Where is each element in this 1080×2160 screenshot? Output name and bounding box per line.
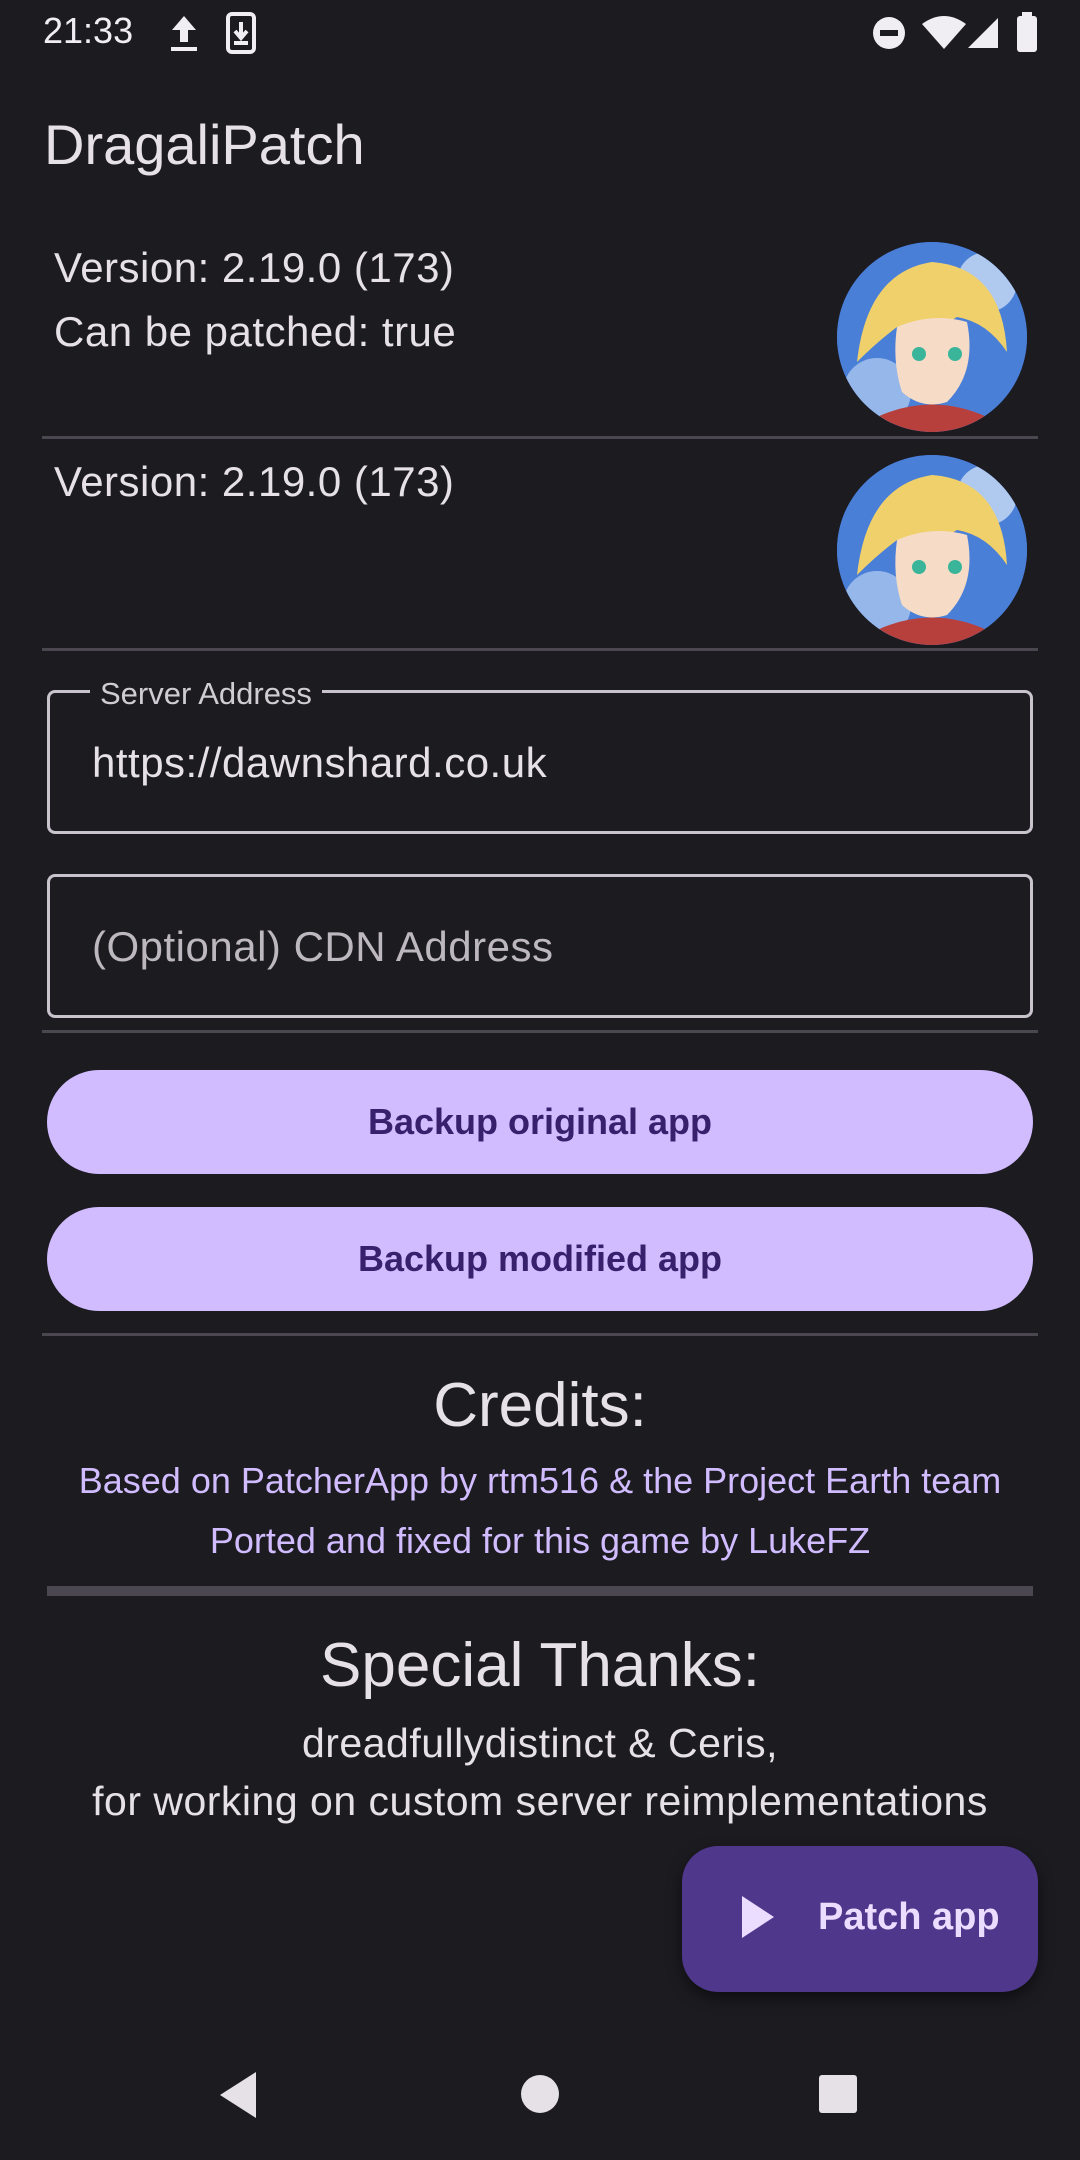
original-app-icon <box>837 242 1027 432</box>
battery-icon <box>1017 12 1037 52</box>
game-character-icon <box>837 455 1027 645</box>
do-not-disturb-icon <box>873 17 905 49</box>
app-title: DragaliPatch <box>44 113 365 176</box>
play-icon <box>742 1896 774 1938</box>
backup-original-label: Backup original app <box>367 1101 713 1142</box>
special-thanks-line-1: dreadfullydistinct & Ceris, <box>301 1720 779 1766</box>
backup-modified-button[interactable]: Backup modified app <box>47 1207 1033 1311</box>
backup-original-button[interactable]: Backup original app <box>47 1070 1033 1174</box>
status-bar: 21:33 <box>0 0 1080 64</box>
recents-icon[interactable] <box>818 2074 858 2114</box>
divider <box>42 1333 1038 1336</box>
original-version-text: Version: 2.19.0 (173) <box>54 244 455 291</box>
upload-icon <box>171 16 197 51</box>
status-time: 21:33 <box>43 10 134 51</box>
download-icon <box>226 12 256 54</box>
backup-modified-label: Backup modified app <box>357 1238 723 1279</box>
divider <box>42 436 1038 439</box>
divider <box>42 648 1038 651</box>
patch-app-button[interactable]: Patch app <box>682 1846 1038 1992</box>
special-thanks-title: Special Thanks: <box>320 1631 760 1700</box>
cdn-address-input[interactable]: (Optional) CDN Address <box>47 874 1033 1018</box>
home-icon[interactable] <box>520 2074 560 2114</box>
cdn-address-placeholder: (Optional) CDN Address <box>92 923 554 970</box>
modified-app-icon <box>837 455 1027 645</box>
modified-version-text: Version: 2.19.0 (173) <box>54 458 455 505</box>
wifi-icon <box>922 16 966 49</box>
patchable-status-text: Can be patched: true <box>54 308 457 355</box>
server-address-label: Server Address <box>90 676 322 712</box>
navigation-bar <box>0 2040 1080 2160</box>
server-address-value[interactable]: https://dawnshard.co.uk <box>92 739 547 787</box>
divider <box>47 1586 1033 1596</box>
back-icon[interactable] <box>216 2070 260 2120</box>
patch-app-label: Patch app <box>818 1896 1000 1938</box>
credit-line-1: Based on PatcherApp by rtm516 & the Proj… <box>78 1460 1002 1501</box>
credits-title: Credits: <box>433 1371 647 1440</box>
game-character-icon <box>837 242 1027 432</box>
divider <box>42 1030 1038 1033</box>
cell-signal-icon <box>968 18 998 48</box>
credit-line-2: Ported and fixed for this game by LukeFZ <box>209 1520 871 1561</box>
special-thanks-line-2: for working on custom server reimplement… <box>92 1778 988 1824</box>
